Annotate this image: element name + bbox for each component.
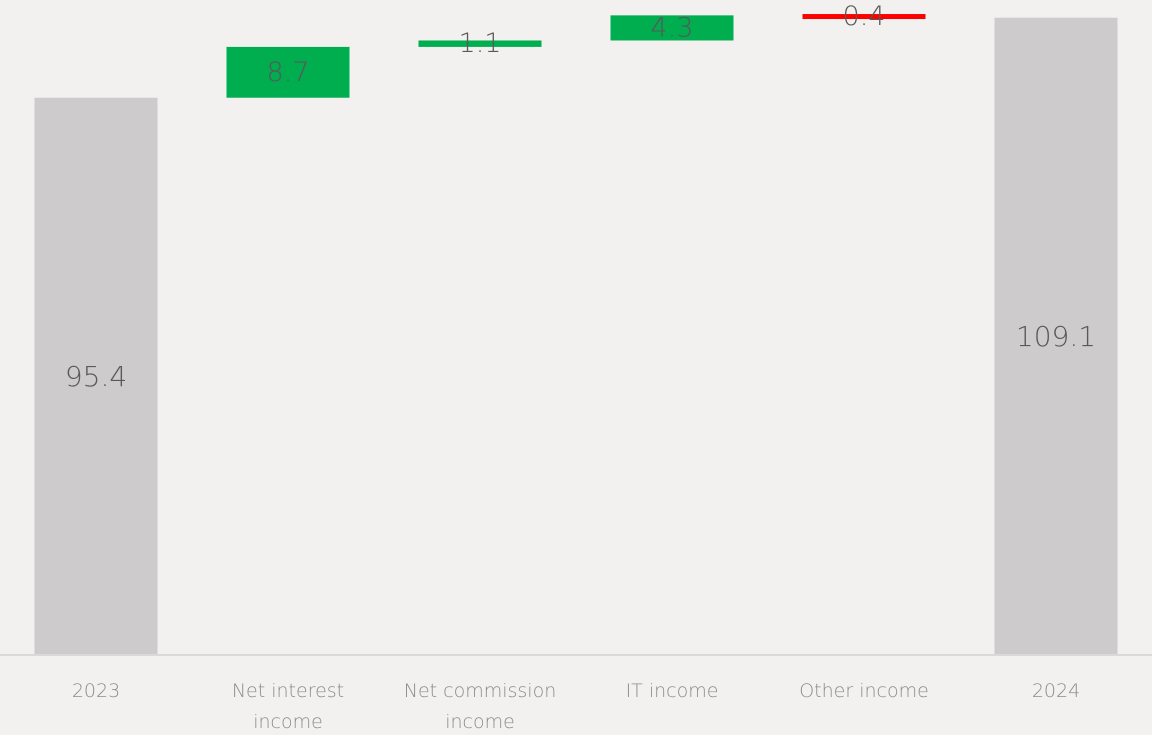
category-label-0: 2023: [72, 680, 120, 702]
value-label-0: 95.4: [65, 360, 127, 393]
value-label-2: 1.1: [459, 28, 502, 59]
category-label-2-line-0: Net commission: [404, 680, 557, 702]
chart-canvas: 95.4 8.7 1.1 4.3 0.4 109.1 2023 Net interest in…: [0, 0, 1152, 735]
category-label-5: 2024: [1032, 680, 1080, 702]
category-label-3: IT income: [626, 680, 719, 702]
waterfall-chart: 95.4 8.7 1.1 4.3 0.4 109.1 2023 Net interest in…: [0, 0, 1152, 735]
value-label-3: 4.3: [651, 12, 694, 43]
category-label-4-line-0: Other income: [799, 680, 929, 702]
value-label-1: 8.7: [267, 57, 310, 88]
category-label-0-line-0: 2023: [72, 680, 120, 702]
category-label-1-line-0: Net interest: [232, 680, 344, 702]
category-label-3-line-0: IT income: [626, 680, 719, 702]
value-label-4: 0.4: [843, 1, 886, 32]
category-label-1-line-1: income: [253, 711, 323, 733]
value-label-5: 109.1: [1016, 320, 1096, 353]
category-label-2-line-1: income: [445, 711, 515, 733]
category-label-4: Other income: [799, 680, 929, 702]
category-label-5-line-0: 2024: [1032, 680, 1080, 702]
chart-background: [0, 0, 1152, 735]
